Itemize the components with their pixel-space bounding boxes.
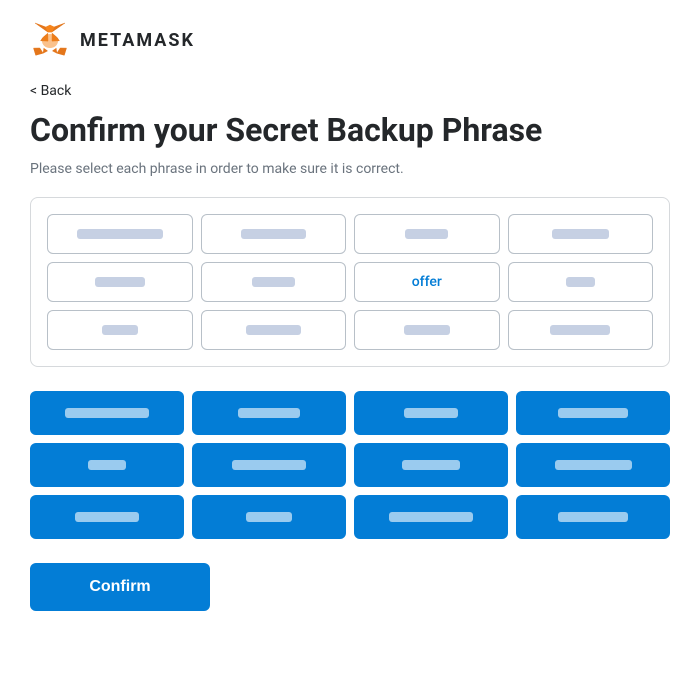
word-button-4[interactable] [516,391,670,435]
page-subtitle: Please select each phrase in order to ma… [30,161,670,177]
app-header: METAMASK [30,20,670,60]
phrase-confirmation-area: offer [30,197,670,367]
word-button-1[interactable] [30,391,184,435]
phrase-slot-10 [201,310,347,350]
word-button-3[interactable] [354,391,508,435]
word-button-8[interactable] [516,443,670,487]
word-button-2[interactable] [192,391,346,435]
phrase-slot-3 [354,214,500,254]
word-button-10[interactable] [192,495,346,539]
phrase-slot-12 [508,310,654,350]
phrase-slots-grid: offer [47,214,653,350]
metamask-logo-icon [30,20,70,60]
word-button-7[interactable] [354,443,508,487]
back-button[interactable]: < Back [30,83,71,99]
phrase-slot-7-text: offer [412,274,442,290]
word-button-5[interactable] [30,443,184,487]
word-button-9[interactable] [30,495,184,539]
phrase-slot-1 [47,214,193,254]
page-title: Confirm your Secret Backup Phrase [30,111,670,149]
confirm-button[interactable]: Confirm [30,563,210,611]
word-button-12[interactable] [516,495,670,539]
phrase-slot-7: offer [354,262,500,302]
phrase-slot-6 [201,262,347,302]
phrase-slot-9 [47,310,193,350]
phrase-slot-2 [201,214,347,254]
word-buttons-grid [30,391,670,539]
word-button-6[interactable] [192,443,346,487]
phrase-slot-4 [508,214,654,254]
phrase-slot-11 [354,310,500,350]
phrase-slot-8 [508,262,654,302]
app-logo-text: METAMASK [80,30,195,51]
word-button-11[interactable] [354,495,508,539]
phrase-slot-5 [47,262,193,302]
